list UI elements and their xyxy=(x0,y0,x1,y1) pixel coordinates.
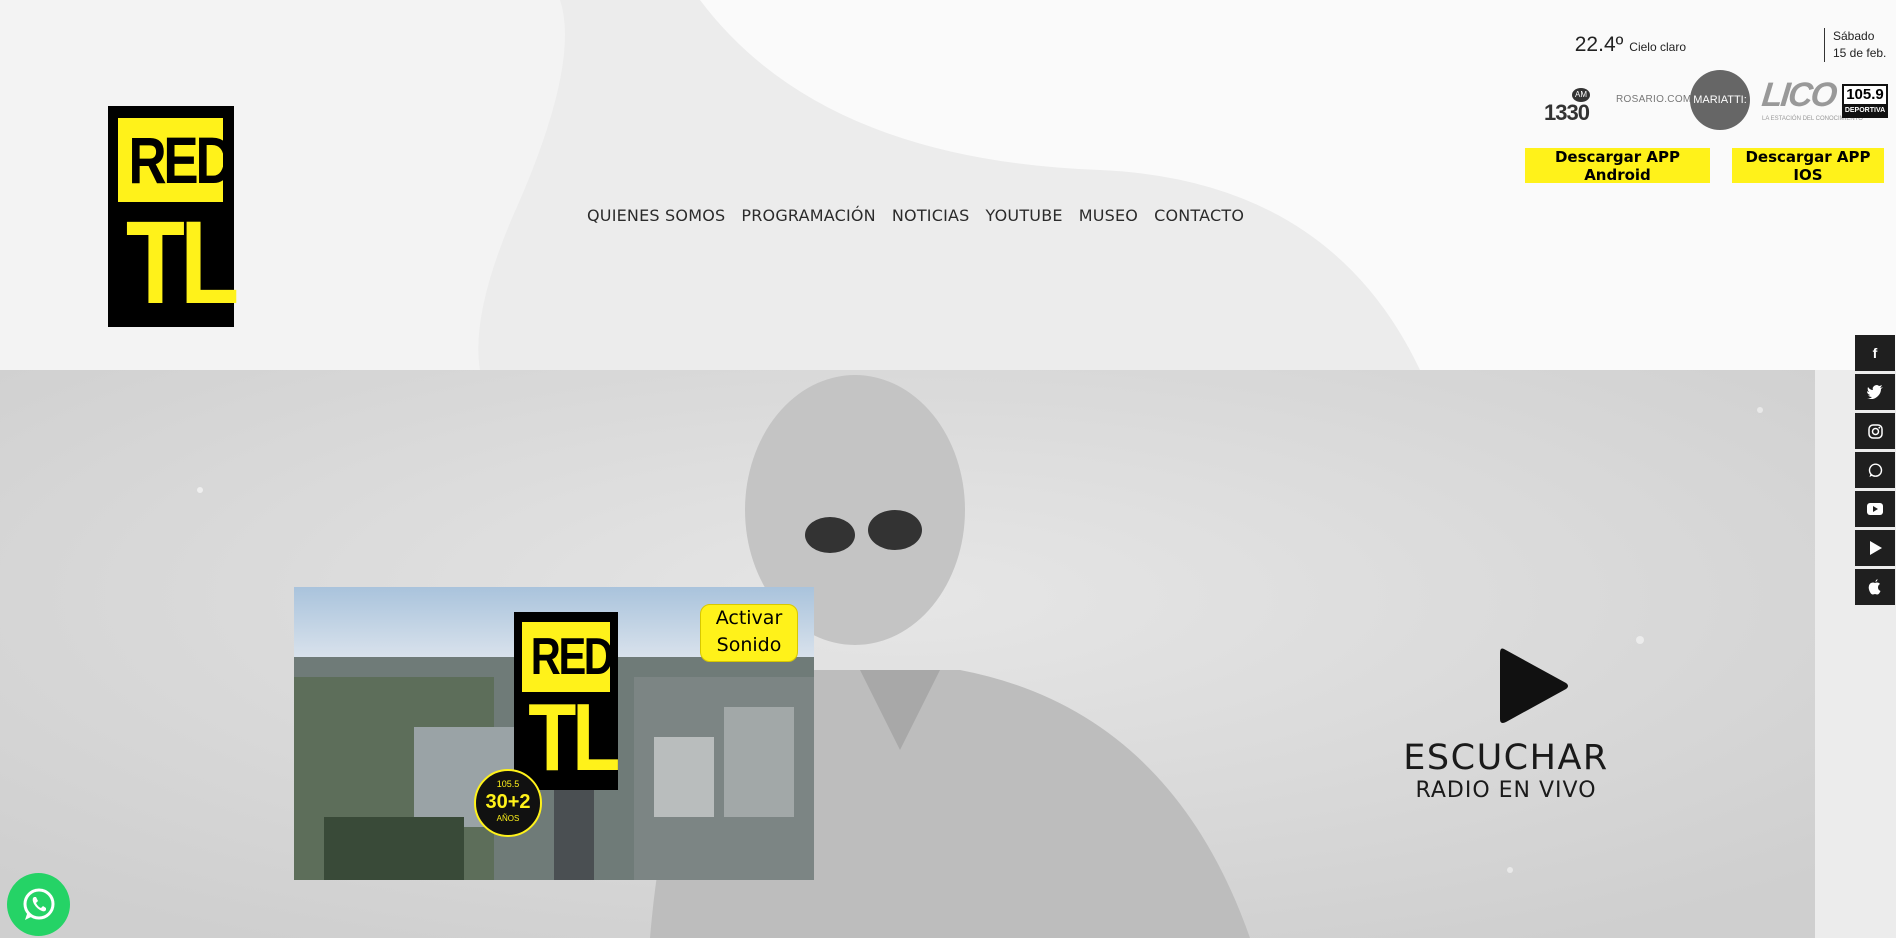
social-sidebar: f xyxy=(1855,335,1895,608)
badge-years-label: AÑOS xyxy=(496,814,520,823)
am1330-number: 1330 xyxy=(1544,100,1590,125)
apple-icon[interactable] xyxy=(1855,569,1895,605)
weather-description: Cielo claro xyxy=(1629,40,1686,54)
badge-frequency: 105.5 xyxy=(496,779,520,789)
partner-am1330-logo[interactable]: AM 1330 xyxy=(1544,76,1606,125)
site-header: RED TL QUIENES SOMOS PROGRAMACIÓN NOTICI… xyxy=(0,0,1896,370)
listen-subtitle: RADIO EN VIVO xyxy=(1415,778,1597,803)
logo-text-red: RED xyxy=(128,123,234,197)
partner-logos: AM 1330 ROSARIO.COM MARIATTI: LICO LA ES… xyxy=(1540,70,1892,134)
twitter-icon[interactable] xyxy=(1855,374,1895,410)
date-day: Sábado xyxy=(1833,29,1875,43)
partner-rosario-logo[interactable]: ROSARIO.COM xyxy=(1616,94,1692,105)
nav-programacion[interactable]: PROGRAMACIÓN xyxy=(741,206,876,225)
partner-lico-logo[interactable]: LICO xyxy=(1760,76,1837,115)
partner-1059-deportiva-logo[interactable]: 105.9 DEPORTIVA xyxy=(1842,84,1888,118)
download-ios-button[interactable]: Descargar APP IOS xyxy=(1732,148,1884,184)
video-logo: RED TL xyxy=(514,612,620,791)
whatsapp-chat-button[interactable] xyxy=(7,873,70,936)
main-nav: QUIENES SOMOS PROGRAMACIÓN NOTICIAS YOUT… xyxy=(587,206,1244,225)
google-play-icon[interactable] xyxy=(1855,530,1895,566)
weather-widget: 22.4º Cielo claro xyxy=(1575,33,1686,57)
deportiva-label: DEPORTIVA xyxy=(1844,107,1886,114)
date-value: 15 de feb. xyxy=(1833,46,1887,60)
listen-title: ESCUCHAR xyxy=(1403,738,1609,778)
badge-years-number: 30+2 xyxy=(485,791,531,813)
instagram-icon[interactable] xyxy=(1855,413,1895,449)
video-logo-red: RED xyxy=(530,628,614,686)
nav-museo[interactable]: MUSEO xyxy=(1079,206,1138,225)
nav-quienes-somos[interactable]: QUIENES SOMOS xyxy=(587,206,725,225)
site-logo[interactable]: RED TL xyxy=(108,106,239,329)
anniversary-badge: 105.5 30+2 AÑOS xyxy=(474,769,542,837)
play-icon xyxy=(1500,648,1568,723)
nav-contacto[interactable]: CONTACTO xyxy=(1154,206,1244,225)
whatsapp-icon[interactable] xyxy=(1855,452,1895,488)
logo-text-tl: TL xyxy=(125,197,239,329)
download-android-button[interactable]: Descargar APP Android xyxy=(1525,148,1710,184)
video-logo-tl: TL xyxy=(528,684,620,791)
promo-video[interactable]: RED TL 105.5 30+2 AÑOS Activar Sonido xyxy=(294,587,814,880)
whatsapp-icon xyxy=(23,888,54,920)
listen-live-button[interactable]: ESCUCHAR RADIO EN VIVO xyxy=(1400,645,1612,804)
deportiva-number: 105.9 xyxy=(1844,86,1886,104)
facebook-icon[interactable]: f xyxy=(1855,335,1895,371)
date-display: Sábado 15 de feb. xyxy=(1824,28,1886,62)
nav-noticias[interactable]: NOTICIAS xyxy=(892,206,970,225)
youtube-icon[interactable] xyxy=(1855,491,1895,527)
partner-mariatti-logo[interactable]: MARIATTI: xyxy=(1690,70,1750,130)
weather-temperature: 22.4º xyxy=(1574,33,1624,56)
nav-youtube[interactable]: YOUTUBE xyxy=(986,206,1063,225)
activate-sound-button[interactable]: Activar Sonido xyxy=(700,604,798,662)
